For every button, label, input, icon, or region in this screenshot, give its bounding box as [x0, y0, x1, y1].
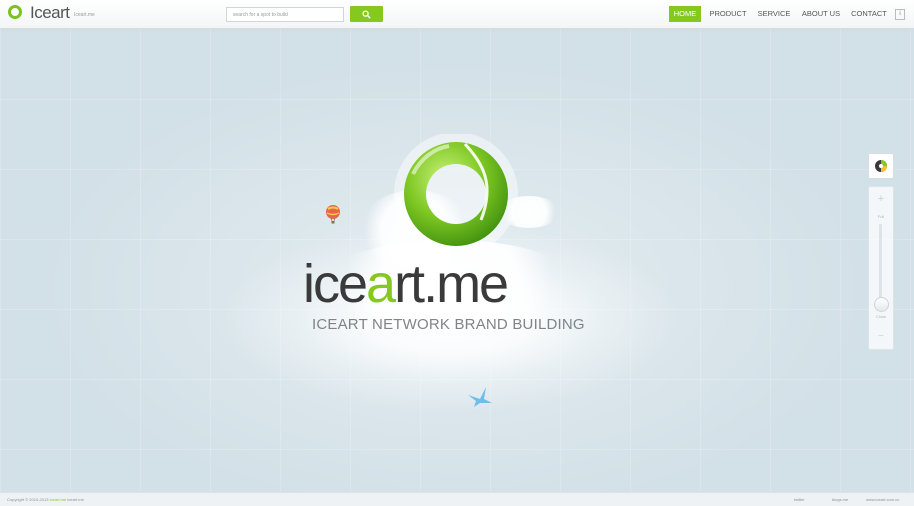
avatar-button[interactable]	[868, 153, 894, 179]
footer-copyright: Copyright © 2010-2013 Iceart.me iceart.m…	[7, 497, 84, 502]
info-icon[interactable]: i	[895, 9, 905, 20]
wordmark-left: ice	[303, 254, 368, 314]
search-icon	[362, 9, 371, 19]
copyright-suffix: iceart.me	[67, 497, 84, 502]
nav-contact[interactable]: CONTACT	[848, 6, 890, 22]
top-bar: Iceart Iceart.me search for a spot to bu…	[0, 0, 914, 29]
logo-text[interactable]: Iceart	[30, 3, 70, 23]
nav-service[interactable]: SERVICE	[755, 6, 793, 22]
copyright-prefix: Copyright © 2010-2013	[7, 497, 49, 502]
search-placeholder: search for a spot to build	[233, 12, 288, 18]
footer-link-blogs[interactable]: blogs.me	[832, 497, 848, 502]
wordmark-right: rt.me	[394, 254, 509, 314]
balloon-icon	[326, 205, 340, 224]
bird-icon	[468, 387, 492, 407]
tagline: ICEART NETWORK BRAND BUILDING	[312, 316, 585, 333]
zoom-slider-handle[interactable]	[874, 297, 889, 312]
nav-home[interactable]: HOME	[669, 6, 701, 22]
zoom-top-label: Full	[877, 214, 885, 219]
avatar-icon	[875, 160, 887, 172]
footer: Copyright © 2010-2013 Iceart.me iceart.m…	[0, 492, 914, 506]
logo-ring-icon[interactable]	[8, 5, 22, 19]
brand-ring-logo	[394, 134, 518, 256]
nav-about-us[interactable]: ABOUT US	[800, 6, 842, 22]
footer-link-site[interactable]: www.iceart.com.cn	[866, 497, 899, 502]
footer-link-twitter[interactable]: twitter	[794, 497, 805, 502]
brand-wordmark: iceart.me	[303, 254, 509, 314]
zoom-track[interactable]	[879, 224, 882, 302]
copyright-highlight-link[interactable]: Iceart.me	[50, 497, 67, 502]
search-input[interactable]: search for a spot to build	[226, 7, 344, 22]
zoom-bottom-label: Close	[875, 314, 887, 319]
wordmark-accent: a	[366, 254, 396, 314]
nav-product[interactable]: PRODUCT	[707, 6, 749, 22]
zoom-minus-icon[interactable]: —	[869, 333, 893, 339]
logo-subtitle: Iceart.me	[74, 12, 95, 18]
zoom-control: + Full Close —	[868, 186, 894, 350]
search-button[interactable]	[350, 6, 383, 22]
zoom-plus-icon[interactable]: +	[869, 193, 893, 205]
